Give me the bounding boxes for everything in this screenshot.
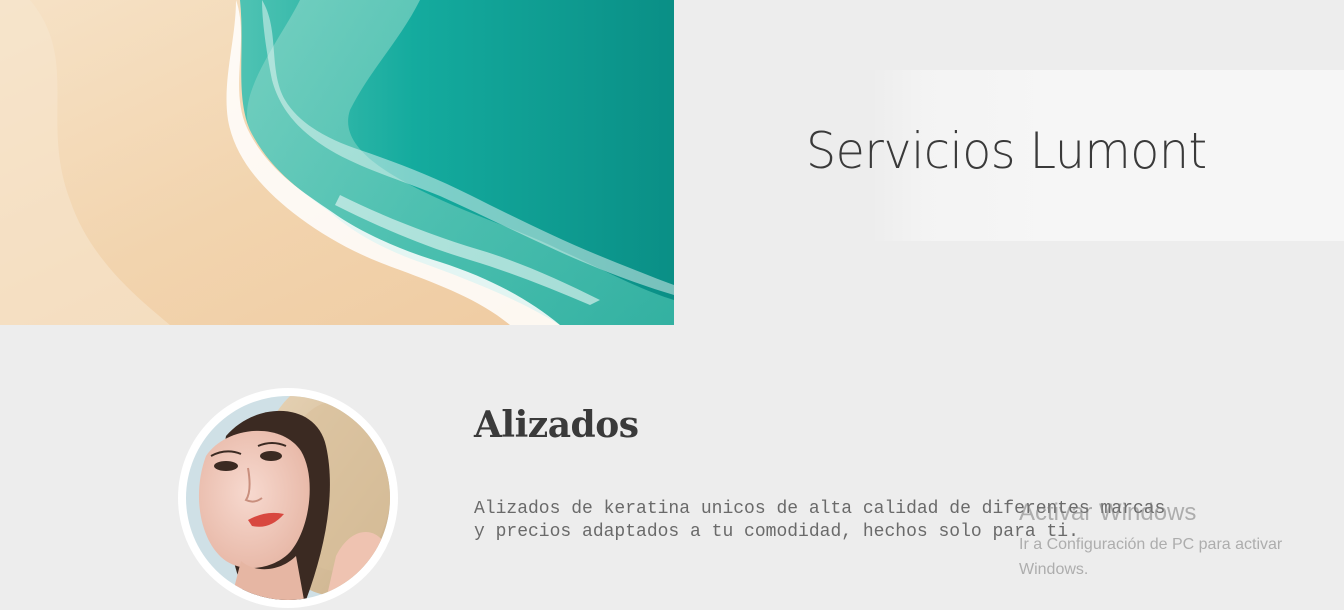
page: Servicios Lumont Alizados Alizados de ke… [0, 0, 1344, 610]
service-description: Alizados de keratina unicos de alta cali… [474, 499, 1166, 542]
hero-beach-image [0, 0, 674, 325]
page-title: Servicios Lumont [806, 122, 1207, 180]
service-avatar [178, 388, 398, 608]
service-title: Alizados [474, 404, 639, 446]
